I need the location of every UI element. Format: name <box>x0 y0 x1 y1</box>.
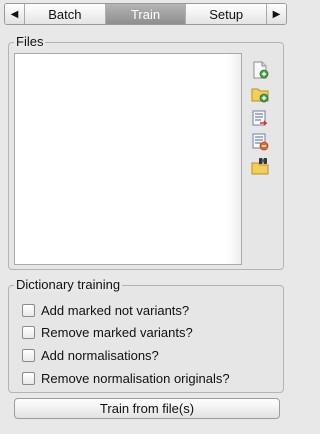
file-list-scroll-track <box>227 54 241 264</box>
files-group-title: Files <box>14 34 46 49</box>
file-list[interactable] <box>14 53 242 265</box>
tab-setup[interactable]: Setup <box>186 4 266 24</box>
dictionary-training-title: Dictionary training <box>14 277 123 292</box>
tab-bar: ◀ Batch Train Setup ▶ <box>4 3 287 25</box>
export-list-icon[interactable] <box>251 109 269 127</box>
remove-marked-variants-label: Remove marked variants? <box>41 324 193 340</box>
option-remove-marked-variants[interactable]: Remove marked variants? <box>22 324 193 340</box>
tab-scroll-right-icon[interactable]: ▶ <box>266 4 286 24</box>
option-add-normalisations[interactable]: Add normalisations? <box>22 347 159 363</box>
remove-marked-variants-checkbox[interactable] <box>22 325 35 339</box>
remove-file-icon[interactable] <box>251 133 269 151</box>
remove-normalisation-originals-label: Remove normalisation originals? <box>41 370 230 386</box>
add-file-icon[interactable] <box>251 61 269 79</box>
browse-folder-icon[interactable] <box>251 157 269 175</box>
add-normalisations-checkbox[interactable] <box>22 348 35 362</box>
tab-scroll-left-icon[interactable]: ◀ <box>5 4 25 24</box>
add-folder-icon[interactable] <box>251 85 269 103</box>
option-remove-normalisation-originals[interactable]: Remove normalisation originals? <box>22 370 230 386</box>
remove-normalisation-originals-checkbox[interactable] <box>22 371 35 385</box>
tab-train[interactable]: Train <box>105 4 187 24</box>
option-add-marked-not-variants[interactable]: Add marked not variants? <box>22 302 189 318</box>
tab-batch[interactable]: Batch <box>25 4 106 24</box>
train-from-files-button[interactable]: Train from file(s) <box>14 398 280 419</box>
add-marked-not-variants-label: Add marked not variants? <box>41 302 190 318</box>
add-normalisations-label: Add normalisations? <box>41 347 159 363</box>
add-marked-not-variants-checkbox[interactable] <box>22 303 35 317</box>
